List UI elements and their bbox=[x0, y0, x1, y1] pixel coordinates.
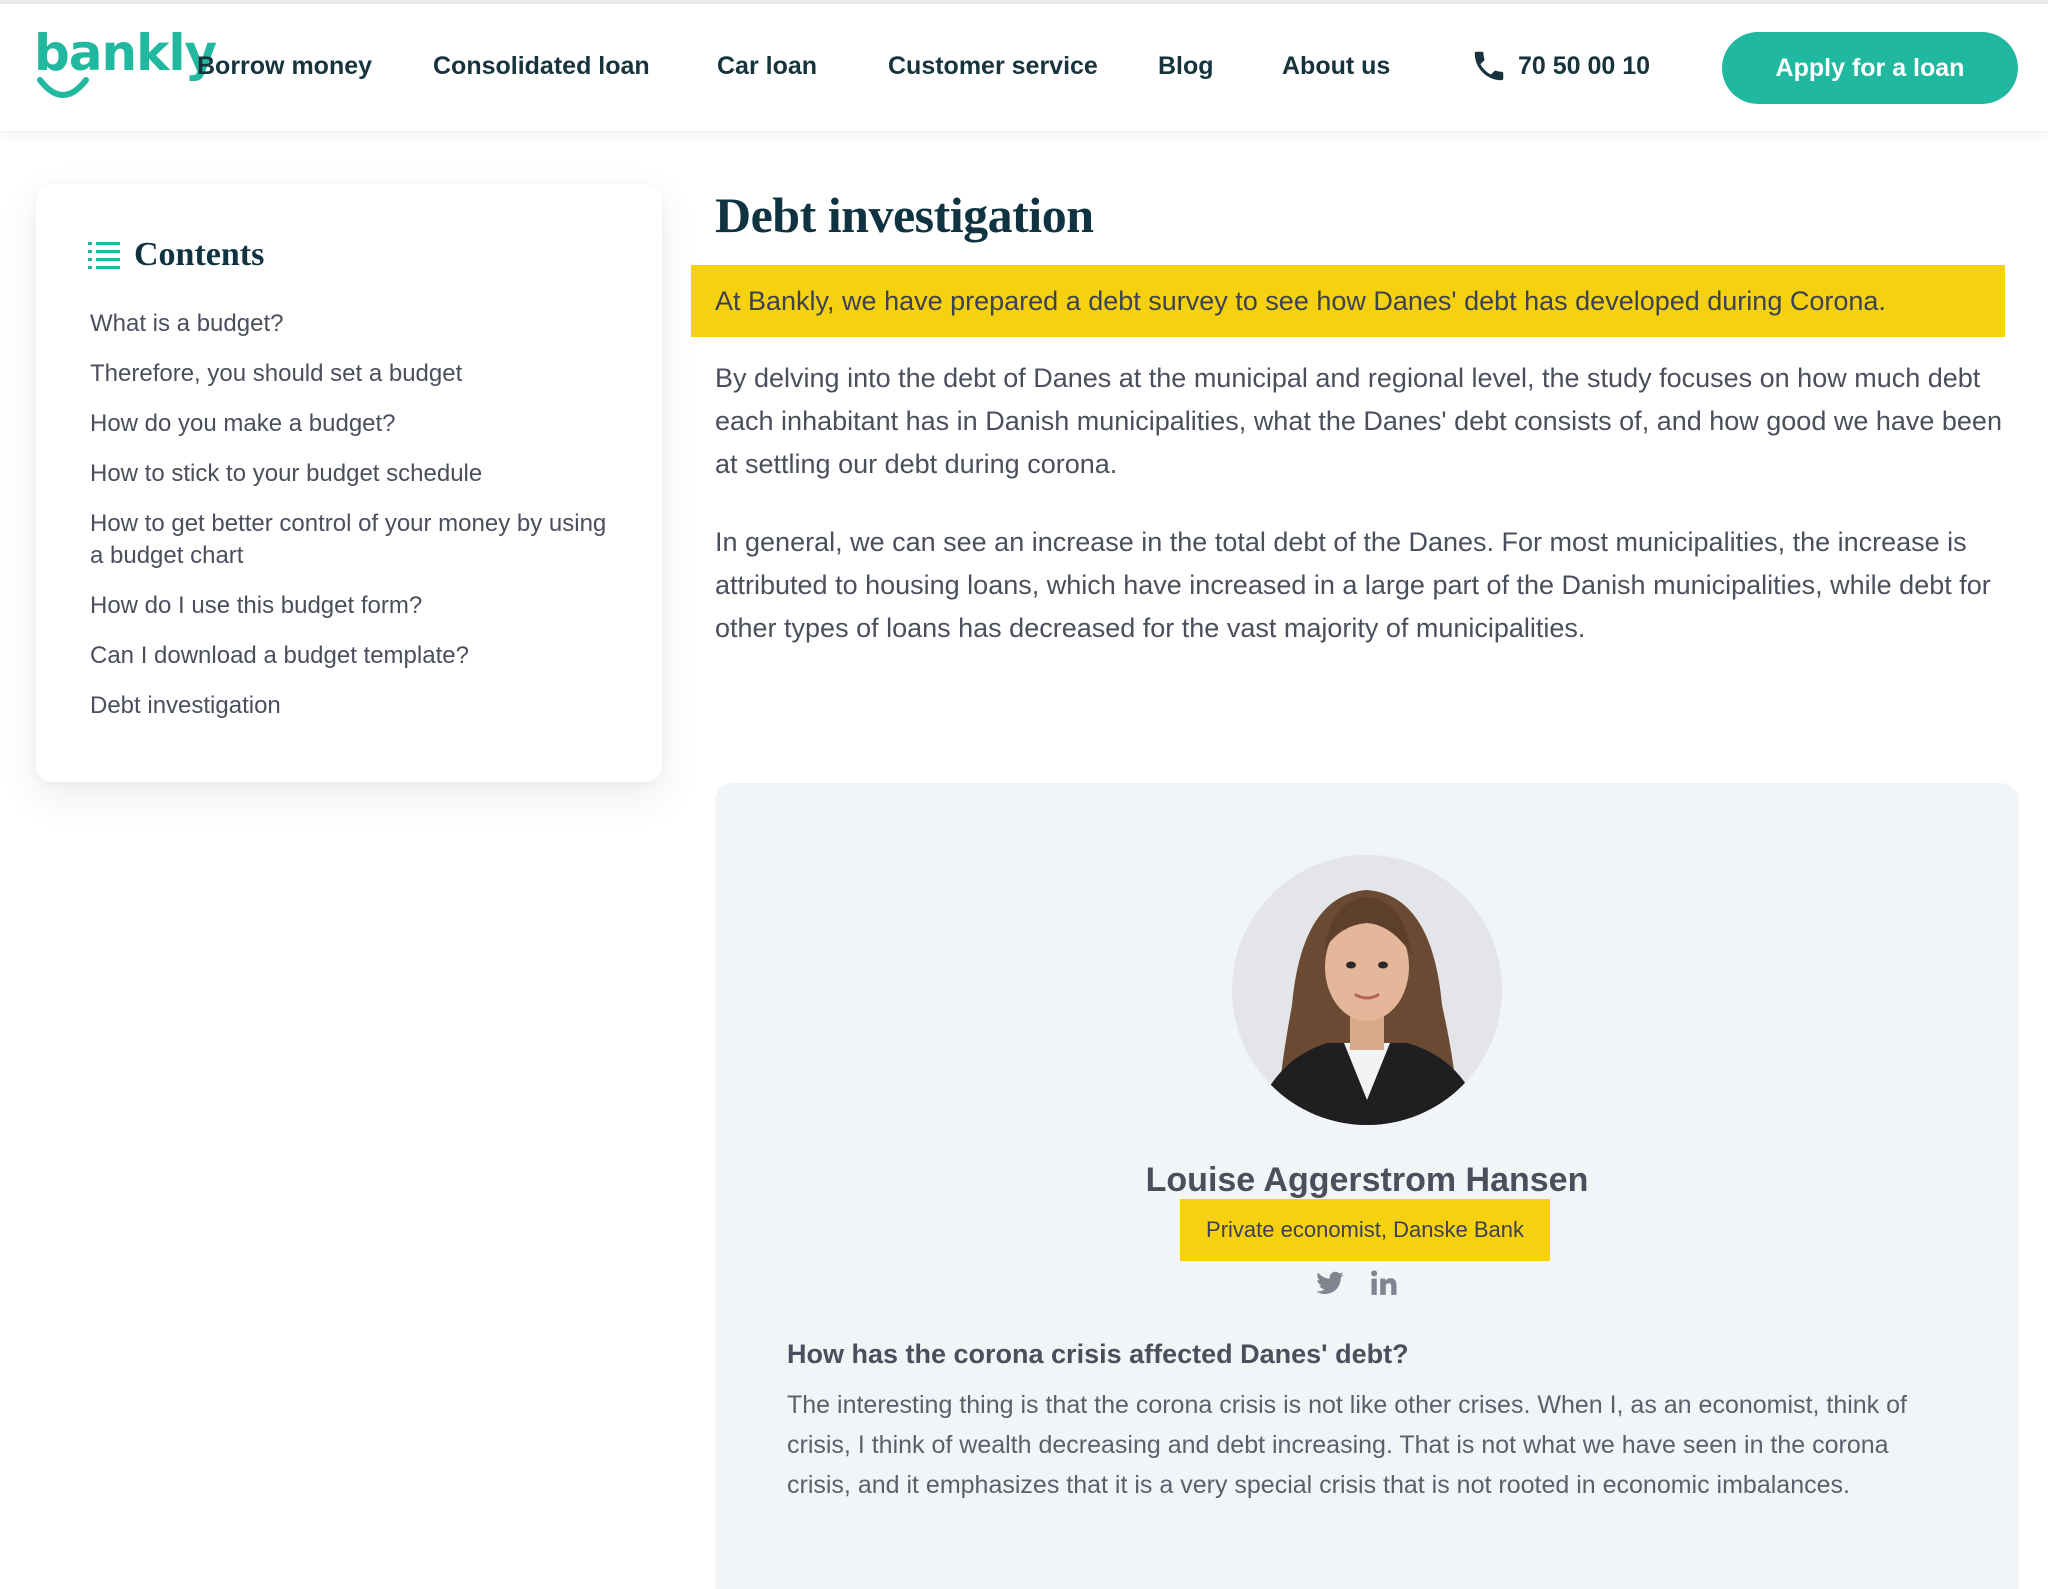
interview-question: How has the corona crisis affected Danes… bbox=[787, 1339, 1409, 1369]
logo-wordmark: bankly bbox=[34, 24, 217, 82]
expert-avatar bbox=[1232, 855, 1502, 1125]
interview-answer: The interesting thing is that the corona… bbox=[787, 1391, 1907, 1499]
twitter-link[interactable] bbox=[1315, 1268, 1345, 1298]
summary-paragraph: In general, we can see an increase in th… bbox=[715, 527, 1991, 643]
contents-title: Contents bbox=[134, 236, 265, 273]
expert-portrait-icon bbox=[1232, 855, 1502, 1125]
toc-item-budget-chart[interactable]: How to get better control of your money … bbox=[90, 508, 610, 572]
lead-highlight: At Bankly, we have prepared a debt surve… bbox=[691, 265, 2005, 337]
phone-icon bbox=[1474, 51, 1504, 81]
toc-item-stick-to-budget[interactable]: How to stick to your budget schedule bbox=[90, 458, 610, 490]
page-title: Debt investigation bbox=[715, 187, 1094, 243]
nav-borrow-money[interactable]: Borrow money bbox=[197, 52, 372, 81]
nav-consolidated-loan[interactable]: Consolidated loan bbox=[433, 52, 650, 81]
expert-role-badge: Private economist, Danske Bank bbox=[1180, 1199, 1550, 1261]
nav-blog[interactable]: Blog bbox=[1158, 52, 1214, 81]
linkedin-icon bbox=[1371, 1270, 1397, 1295]
nav-customer-service[interactable]: Customer service bbox=[888, 52, 1098, 81]
list-icon bbox=[88, 242, 120, 269]
toc-item-set-a-budget[interactable]: Therefore, you should set a budget bbox=[90, 358, 610, 390]
toc-item-what-is-a-budget[interactable]: What is a budget? bbox=[90, 308, 610, 340]
toc-item-make-a-budget[interactable]: How do you make a budget? bbox=[90, 408, 610, 440]
phone-link[interactable]: 70 50 00 10 bbox=[1470, 46, 1650, 86]
site-header: bankly Borrow money Consolidated loan Ca… bbox=[0, 4, 2048, 132]
social-links bbox=[1315, 1263, 1399, 1303]
logo-smile-icon bbox=[37, 77, 89, 98]
apply-for-loan-button[interactable]: Apply for a loan bbox=[1722, 32, 2018, 104]
linkedin-link[interactable] bbox=[1369, 1268, 1399, 1298]
bankly-logo[interactable]: bankly bbox=[34, 24, 217, 106]
contents-header: Contents bbox=[88, 236, 264, 274]
nav-car-loan[interactable]: Car loan bbox=[717, 52, 817, 81]
contents-sidebar: Contents What is a budget? Therefore, yo… bbox=[36, 184, 662, 782]
expert-card: Louise Aggerstrom Hansen Private economi… bbox=[715, 783, 2019, 1589]
nav-about-us[interactable]: About us bbox=[1282, 52, 1390, 81]
toc-item-budget-form[interactable]: How do I use this budget form? bbox=[90, 590, 610, 622]
expert-name: Louise Aggerstrom Hansen bbox=[1145, 1161, 1589, 1199]
intro-paragraph: By delving into the debt of Danes at the… bbox=[715, 363, 2002, 479]
toc-item-budget-template[interactable]: Can I download a budget template? bbox=[90, 640, 610, 672]
toc-item-debt-investigation[interactable]: Debt investigation bbox=[90, 690, 610, 722]
phone-number: 70 50 00 10 bbox=[1518, 51, 1651, 80]
twitter-icon bbox=[1316, 1271, 1344, 1294]
